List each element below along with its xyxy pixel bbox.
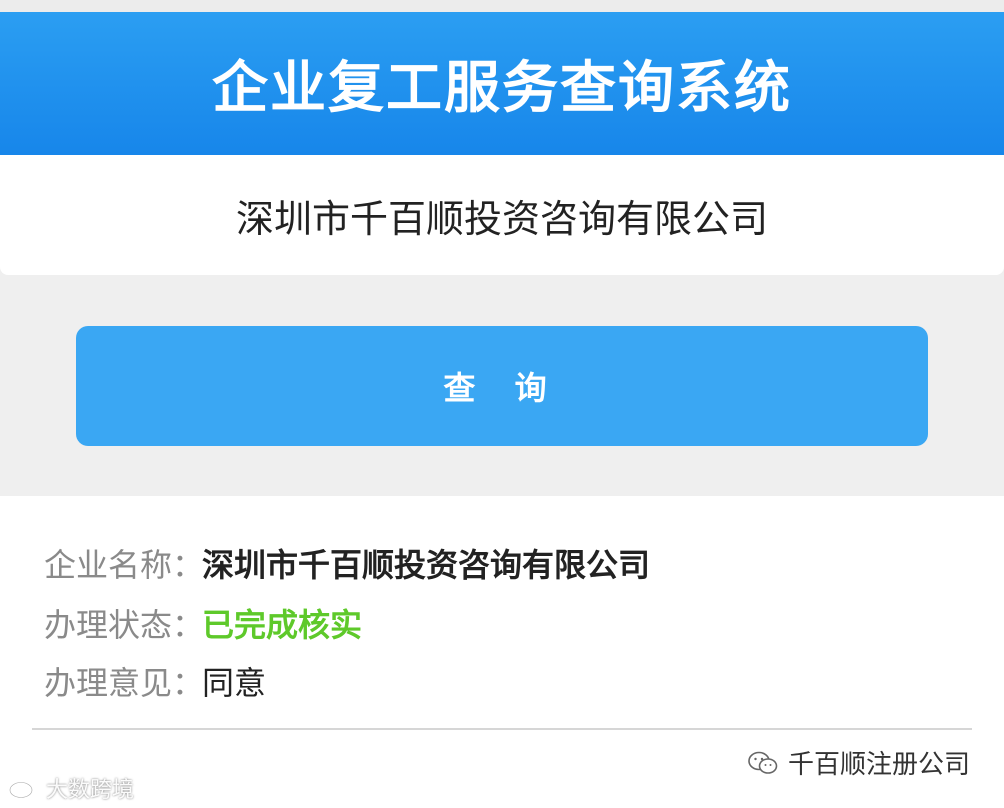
result-divider	[32, 728, 972, 730]
top-strip	[0, 0, 1004, 12]
wechat-icon	[748, 751, 778, 774]
page-title: 企业复工服务查询系统	[212, 56, 792, 121]
result-row-opinion: 办理意见： 同意	[44, 656, 266, 706]
opinion-label: 办理意见：	[44, 664, 205, 702]
weibo-logo-icon	[9, 779, 39, 799]
status-value: 已完成核实	[202, 606, 363, 644]
company-label: 企业名称：	[44, 546, 205, 584]
result-row-company: 企业名称： 深圳市千百顺投资咨询有限公司	[44, 538, 650, 588]
footer-brand-text: 千百顺注册公司	[787, 750, 970, 780]
result-card: 企业名称： 深圳市千百顺投资咨询有限公司 办理状态： 已完成核实 办理意见： 同…	[0, 496, 1004, 808]
company-value: 深圳市千百顺投资咨询有限公司	[202, 546, 651, 584]
footer-brand: 千百顺注册公司	[748, 744, 970, 781]
watermark: 大数跨境	[8, 772, 134, 804]
opinion-value: 同意	[202, 664, 267, 702]
page-header: 企业复工服务查询系统	[0, 12, 1004, 155]
query-button[interactable]: 查 询	[76, 326, 928, 446]
result-row-status: 办理状态： 已完成核实	[44, 598, 362, 648]
watermark-text: 大数跨境	[46, 778, 135, 803]
status-label: 办理状态：	[44, 606, 205, 644]
company-name-input[interactable]: 深圳市千百顺投资咨询有限公司	[0, 155, 1004, 275]
